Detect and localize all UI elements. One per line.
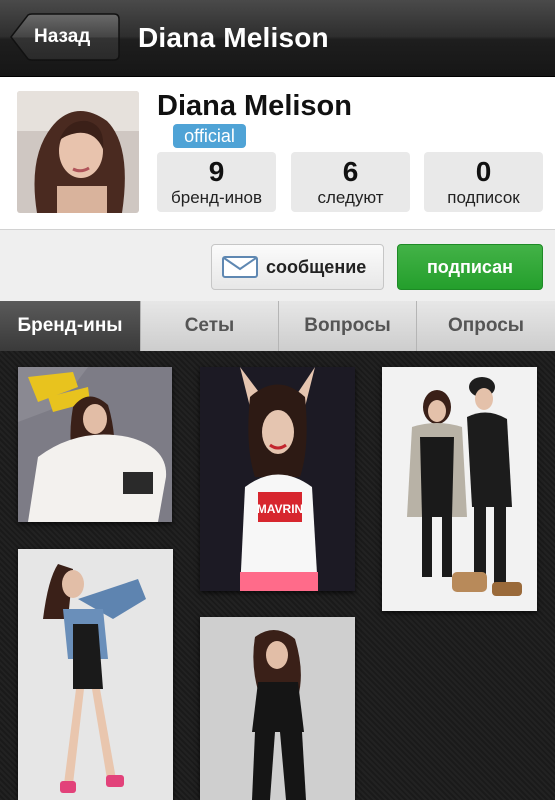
tab-polls[interactable]: Опросы — [416, 301, 555, 351]
gallery-photo[interactable] — [382, 367, 537, 611]
official-badge: official — [173, 124, 246, 148]
photo-gallery: MAVRIN — [0, 351, 555, 800]
tab-questions[interactable]: Вопросы — [278, 301, 416, 351]
stat-followers-value: 6 — [342, 156, 359, 187]
gallery-photo[interactable] — [18, 549, 173, 800]
tab-sets[interactable]: Сеты — [140, 301, 278, 351]
tab-bar: Бренд-ины Сеты Вопросы Опросы — [0, 301, 555, 351]
page-title: Diana Melison — [138, 22, 329, 53]
subscribed-button[interactable]: подписан — [397, 244, 543, 290]
avatar[interactable] — [17, 91, 139, 213]
action-bar: сообщение подписан — [0, 229, 555, 302]
stat-followers-label: следуют — [317, 188, 384, 207]
stat-following-label: подписок — [447, 188, 520, 207]
app-screen: Назад Diana Melison Diana Melison offici… — [0, 0, 555, 800]
profile-header: Diana Melison official 9 бренд-инов 6 сл… — [0, 77, 555, 229]
message-button-label: сообщение — [266, 257, 367, 277]
gallery-photo[interactable] — [200, 617, 355, 800]
back-button[interactable]: Назад — [10, 13, 120, 61]
stat-followers[interactable]: 6 следуют — [291, 152, 410, 212]
gallery-photo[interactable] — [18, 367, 172, 522]
stat-following-value: 0 — [475, 156, 492, 187]
stat-brandins[interactable]: 9 бренд-инов — [157, 152, 276, 212]
stat-brandins-label: бренд-инов — [171, 188, 262, 207]
stat-brandins-value: 9 — [208, 156, 225, 187]
envelope-icon — [222, 256, 258, 278]
gallery-photo[interactable]: MAVRIN — [200, 367, 355, 591]
back-button-label: Назад — [34, 26, 91, 47]
profile-name: Diana Melison — [157, 90, 352, 122]
message-button[interactable]: сообщение — [211, 244, 384, 290]
navigation-bar: Назад Diana Melison — [0, 0, 555, 77]
shirt-print: MAVRIN — [257, 502, 303, 516]
stat-following[interactable]: 0 подписок — [424, 152, 543, 212]
tab-brandins[interactable]: Бренд-ины — [0, 301, 140, 351]
